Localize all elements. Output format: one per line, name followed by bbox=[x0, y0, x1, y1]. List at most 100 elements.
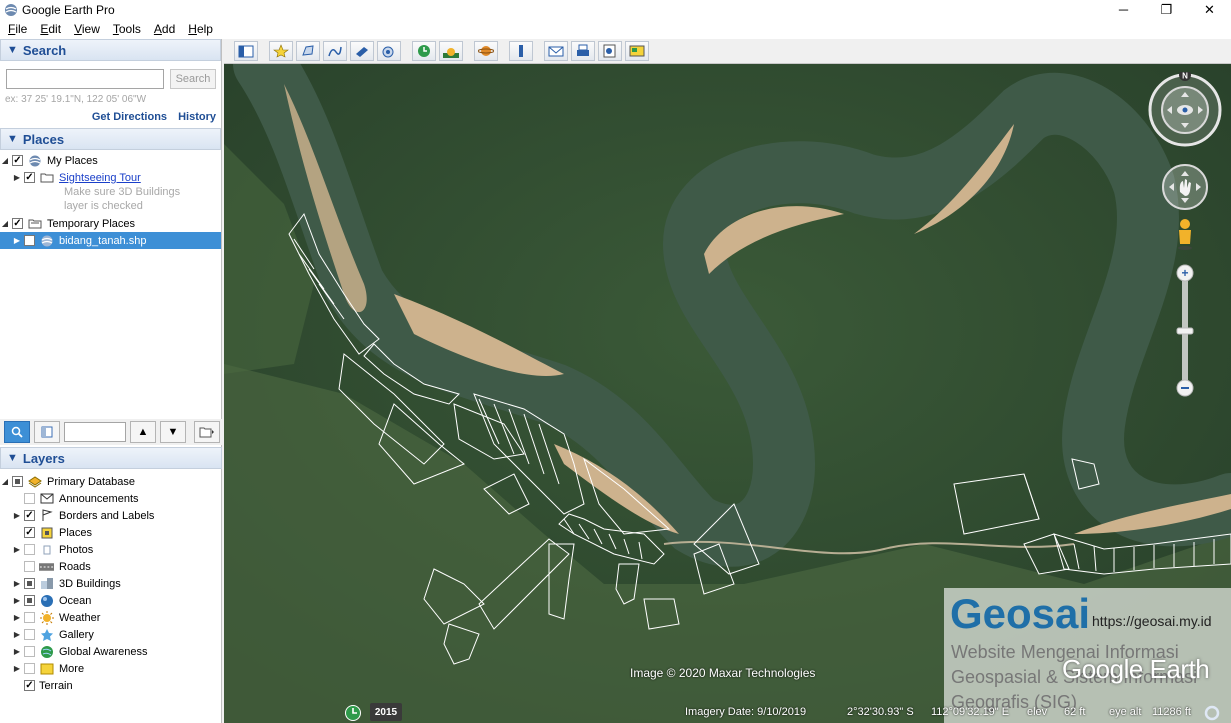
folder-menu-button[interactable] bbox=[194, 421, 220, 443]
tree-item-bidang-tanah[interactable]: ▶ ✓ bidang_tanah.shp bbox=[0, 232, 221, 249]
layer-item-gallery[interactable]: ▶ Gallery bbox=[12, 626, 94, 643]
expand-arrow-icon[interactable]: ◢ bbox=[0, 477, 10, 486]
checkbox[interactable] bbox=[24, 561, 35, 572]
tree-item-my-places[interactable]: ◢ ✓ My Places bbox=[0, 152, 98, 169]
expand-arrow-icon[interactable]: ▶ bbox=[12, 511, 22, 520]
layer-item-ocean[interactable]: ▶ Ocean bbox=[12, 592, 91, 609]
save-image-icon bbox=[603, 44, 616, 58]
pan-control-icon[interactable] bbox=[1162, 164, 1208, 210]
layer-item-3d-buildings[interactable]: ▶ 3D Buildings bbox=[12, 575, 121, 592]
expand-arrow-icon[interactable]: ▶ bbox=[12, 613, 22, 622]
toggle-panel-button[interactable] bbox=[34, 421, 60, 443]
expand-arrow-icon[interactable]: ◢ bbox=[0, 219, 10, 228]
tree-item-temporary-places[interactable]: ◢ ✓ Temporary Places bbox=[0, 215, 135, 232]
ruler-button[interactable] bbox=[509, 41, 533, 61]
clock-globe-icon bbox=[418, 45, 430, 57]
add-polygon-button[interactable] bbox=[296, 41, 320, 61]
add-image-overlay-button[interactable] bbox=[350, 41, 374, 61]
expand-arrow-icon[interactable]: ▶ bbox=[12, 630, 22, 639]
expand-arrow-icon[interactable]: ▶ bbox=[12, 596, 22, 605]
restore-button[interactable]: ❐ bbox=[1145, 0, 1188, 19]
checkbox[interactable] bbox=[24, 578, 35, 589]
checkbox[interactable]: ✓ bbox=[12, 155, 23, 166]
move-up-button[interactable]: ▲ bbox=[130, 421, 156, 443]
expand-arrow-icon[interactable]: ◢ bbox=[0, 156, 10, 165]
minimize-button[interactable]: ─ bbox=[1102, 0, 1145, 19]
checkbox[interactable] bbox=[24, 646, 35, 657]
expand-arrow-icon[interactable]: ▶ bbox=[12, 236, 22, 245]
checkbox[interactable] bbox=[24, 595, 35, 606]
sightseeing-link[interactable]: Sightseeing Tour bbox=[59, 172, 141, 184]
status-bar: Imagery Date: 9/10/2019 2°32'30.93" S 11… bbox=[224, 703, 1231, 723]
layer-item-more[interactable]: ▶ More bbox=[12, 660, 84, 677]
layer-item-roads[interactable]: Roads bbox=[12, 558, 91, 575]
checkbox[interactable]: ✓ bbox=[24, 510, 35, 521]
layer-item-borders-and-labels[interactable]: ▶ ✓ Borders and Labels bbox=[12, 507, 154, 524]
checkbox[interactable] bbox=[24, 544, 35, 555]
layer-item-photos[interactable]: ▶ Photos bbox=[12, 541, 93, 558]
expand-arrow-icon[interactable]: ▶ bbox=[12, 545, 22, 554]
layer-item-terrain[interactable]: ✓ Terrain bbox=[12, 677, 73, 694]
checkbox[interactable] bbox=[24, 612, 35, 623]
menu-view[interactable]: View bbox=[66, 22, 105, 36]
navigation-controls[interactable]: N + bbox=[1147, 72, 1223, 402]
search-section-header[interactable]: ▼ Search bbox=[0, 39, 221, 61]
print-button[interactable] bbox=[571, 41, 595, 61]
layers-section-header[interactable]: ▼ Layers bbox=[0, 447, 222, 469]
checkbox[interactable] bbox=[12, 476, 23, 487]
menu-tools[interactable]: Tools bbox=[105, 22, 146, 36]
add-path-button[interactable] bbox=[323, 41, 347, 61]
move-down-button[interactable]: ▼ bbox=[160, 421, 186, 443]
history-link[interactable]: History bbox=[178, 111, 216, 123]
checkbox[interactable] bbox=[24, 629, 35, 640]
street-view-pegman-icon[interactable] bbox=[1178, 219, 1192, 250]
historical-imagery-button[interactable] bbox=[412, 41, 436, 61]
layer-item-global-awareness[interactable]: ▶ Global Awareness bbox=[12, 643, 147, 660]
menu-edit[interactable]: Edit bbox=[32, 22, 66, 36]
search-header-label: Search bbox=[22, 42, 67, 58]
layer-item-primary-database[interactable]: ◢ Primary Database bbox=[0, 473, 135, 490]
envelope-icon bbox=[548, 46, 564, 57]
window-title: Google Earth Pro bbox=[22, 2, 115, 17]
get-directions-link[interactable]: Get Directions bbox=[92, 111, 167, 123]
switch-planet-button[interactable] bbox=[474, 41, 498, 61]
add-placemark-button[interactable] bbox=[269, 41, 293, 61]
layer-item-places[interactable]: ✓ Places bbox=[12, 524, 92, 541]
watermark-url: https://geosai.my.id bbox=[1092, 613, 1212, 629]
checkbox[interactable]: ✓ bbox=[24, 172, 35, 183]
email-button[interactable] bbox=[544, 41, 568, 61]
expand-arrow-icon[interactable]: ▶ bbox=[12, 664, 22, 673]
temporary-folder-icon bbox=[27, 217, 42, 230]
menu-file[interactable]: File bbox=[0, 22, 32, 36]
search-button[interactable]: Search bbox=[170, 69, 216, 89]
checkbox[interactable]: ✓ bbox=[24, 235, 35, 246]
menu-add[interactable]: Add bbox=[146, 22, 180, 36]
checkbox[interactable] bbox=[24, 663, 35, 674]
search-places-button[interactable] bbox=[4, 421, 30, 443]
expand-arrow-icon[interactable]: ▶ bbox=[12, 579, 22, 588]
record-tour-button[interactable] bbox=[377, 41, 401, 61]
checkbox[interactable]: ✓ bbox=[12, 218, 23, 229]
menu-help[interactable]: Help bbox=[180, 22, 218, 36]
expand-arrow-icon[interactable]: ▶ bbox=[12, 173, 22, 182]
save-image-button[interactable] bbox=[598, 41, 622, 61]
layer-item-weather[interactable]: ▶ Weather bbox=[12, 609, 100, 626]
close-button[interactable]: ✕ bbox=[1188, 0, 1231, 19]
places-filter-input[interactable] bbox=[64, 422, 126, 442]
view-in-maps-button[interactable] bbox=[625, 41, 649, 61]
search-input[interactable] bbox=[6, 69, 164, 89]
collapse-triangle-icon: ▼ bbox=[7, 133, 18, 145]
map-view[interactable]: N + Image © 2020 Maxar Technologies Geos… bbox=[224, 64, 1231, 723]
sidebar-toggle-button[interactable] bbox=[234, 41, 258, 61]
sun-icon bbox=[443, 48, 459, 58]
checkbox[interactable]: ✓ bbox=[24, 680, 35, 691]
sunlight-button[interactable] bbox=[439, 41, 463, 61]
checkbox[interactable]: ✓ bbox=[24, 527, 35, 538]
globe-icon bbox=[27, 154, 42, 167]
checkbox[interactable] bbox=[24, 493, 35, 504]
layer-item-announcements[interactable]: Announcements bbox=[12, 490, 139, 507]
compass-ring-icon[interactable]: N bbox=[1148, 72, 1222, 147]
expand-arrow-icon[interactable]: ▶ bbox=[12, 647, 22, 656]
zoom-slider[interactable]: + bbox=[1176, 264, 1194, 397]
places-section-header[interactable]: ▼ Places bbox=[0, 128, 221, 150]
